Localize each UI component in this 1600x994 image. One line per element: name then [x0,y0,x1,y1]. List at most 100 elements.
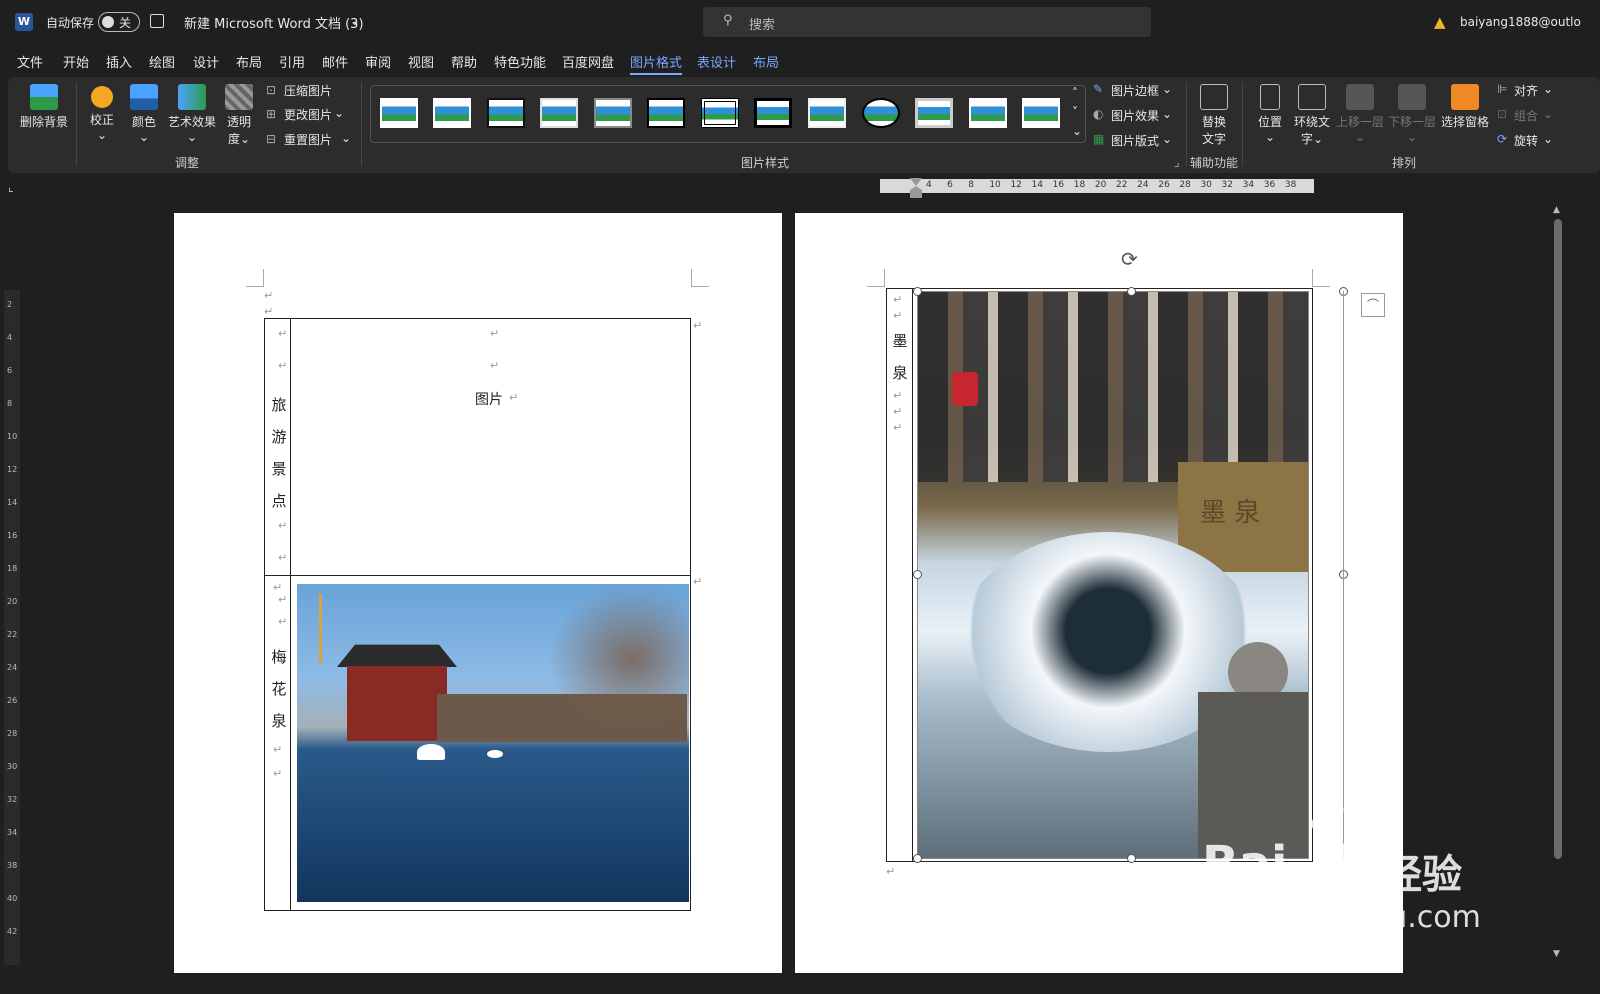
mo-spring-photo[interactable]: 墨 泉 [917,291,1309,859]
tab-mailings[interactable]: 邮件 [322,52,348,71]
layout-table[interactable]: ↵ ↵ 旅 游 景 点 ↵ ↵ ↵ ↵ 图片 ↵ ↵ ↵ ↵ 梅 花 泉 ↵ ↵ [264,318,691,911]
tab-table-design[interactable]: 表设计 [697,52,736,71]
group-button[interactable]: 组合 [1514,107,1538,124]
remove-background-icon [30,84,58,110]
picture-style-thumb[interactable] [380,98,418,128]
autosave-toggle[interactable]: 关 [98,12,140,32]
rotate-button[interactable]: 旋转 [1514,132,1538,149]
picture-style-thumb[interactable] [540,98,578,128]
reset-picture-dropdown-icon[interactable]: ⌄ [341,131,351,145]
dialog-launcher-icon[interactable]: ⌟ [1174,155,1180,169]
vertical-ruler-numbers: 2 4 6 8 10 12 14 16 18 20 22 24 26 28 30 32 34 38 40 42 [4,300,20,960]
document-title[interactable]: 新建 Microsoft Word 文档 (3) [184,13,364,32]
vertical-ruler[interactable]: 2 4 6 8 10 12 14 16 18 20 22 24 26 28 30 32 34 38 40 42 [4,205,20,965]
color-label: 颜色 [131,115,156,129]
tab-help[interactable]: 帮助 [451,52,477,71]
align-button[interactable]: 对齐 [1514,82,1538,99]
artistic-effects-button[interactable]: 艺术效果 ⌄ [166,84,218,144]
change-picture-button[interactable]: 更改图片 [284,106,332,123]
picture-style-thumb[interactable] [969,98,1007,128]
tab-references[interactable]: 引用 [279,52,305,71]
vertical-ruler-tick-label: 34 [7,828,18,837]
page-1[interactable]: ↵ ↵ ↵ ↵ 旅 游 景 点 ↵ ↵ ↵ ↵ 图片 ↵ ↵ ↵ ↵ 梅 花 泉… [174,213,782,973]
wrap-text-icon [1298,84,1326,110]
rotate-handle-icon[interactable]: ⟳ [1121,247,1138,271]
scroll-thumb[interactable] [1554,219,1562,859]
tab-insert[interactable]: 插入 [106,52,132,71]
picture-style-thumb[interactable] [808,98,846,128]
remove-background-label: 删除背景 [19,115,68,129]
picture-border-dropdown-icon[interactable]: ⌄ [1162,82,1172,96]
tab-review[interactable]: 审阅 [365,52,391,71]
alt-text-button[interactable]: 替换 文字 [1196,84,1232,147]
artistic-effects-icon [178,84,206,110]
meihua-spring-photo[interactable] [297,584,689,902]
picture-effects-button[interactable]: 图片效果 [1111,107,1159,124]
picture-style-thumb[interactable] [487,98,525,128]
ruler-tick-label: 34 [1242,180,1255,190]
resize-handle[interactable] [1127,854,1136,863]
vertical-ruler-tick-label: 4 [7,333,13,342]
title-dropdown-icon[interactable]: ⌄ [350,14,360,28]
change-picture-dropdown-icon[interactable]: ⌄ [334,106,344,120]
picture-style-thumb[interactable] [754,98,792,128]
position-button[interactable]: 位置 ⌄ [1254,84,1286,144]
picture-style-thumb[interactable] [1022,98,1060,128]
vertical-scrollbar[interactable]: ▲ ▼ [1553,205,1563,965]
transparency-button[interactable]: 透明 度⌄ [222,84,256,147]
gallery-scroll-up-icon[interactable]: ˄ [1072,86,1078,100]
resize-handle[interactable] [1127,287,1136,296]
send-backward-button[interactable]: 下移一层 ⌄ [1388,84,1436,144]
gallery-more-icon[interactable]: ⌄ [1072,124,1082,138]
picture-style-thumb[interactable] [915,98,953,128]
group-dropdown-icon[interactable]: ⌄ [1543,107,1553,121]
align-dropdown-icon[interactable]: ⌄ [1543,82,1553,96]
tab-table-layout[interactable]: 布局 [753,52,779,71]
remove-background-button[interactable]: 删除背景 [18,84,70,130]
wrap-text-label-2: 字 [1300,132,1313,146]
tab-file[interactable]: 文件 [17,52,43,71]
tab-picture-format[interactable]: 图片格式 [630,52,683,75]
bring-forward-button[interactable]: 上移一层 ⌄ [1336,84,1384,144]
picture-border-button[interactable]: 图片边框 [1111,82,1159,99]
scroll-down-icon[interactable]: ▼ [1553,949,1560,959]
tab-selector-icon[interactable]: ⌞ [8,180,14,194]
picture-style-thumb[interactable] [433,98,471,128]
wrap-text-button[interactable]: 环绕文 字⌄ [1292,84,1332,147]
tab-layout[interactable]: 布局 [236,52,262,71]
save-icon[interactable] [150,14,164,28]
scroll-up-icon[interactable]: ▲ [1553,205,1560,215]
picture-layout-dropdown-icon[interactable]: ⌄ [1162,132,1172,146]
layout-options-icon[interactable]: ⌒ [1361,293,1385,317]
picture-effects-dropdown-icon[interactable]: ⌄ [1162,107,1172,121]
color-button[interactable]: 颜色 ⌄ [128,84,160,144]
picture-style-thumb[interactable] [647,98,685,128]
horizontal-ruler-bar [0,176,1600,202]
gallery-scroll-down-icon[interactable]: ˅ [1072,105,1078,119]
selection-pane-button[interactable]: 选择窗格 [1440,84,1490,130]
picture-layout-button[interactable]: 图片版式 [1111,132,1159,149]
picture-style-thumb[interactable] [701,98,739,128]
resize-handle[interactable] [913,570,922,579]
rotate-dropdown-icon[interactable]: ⌄ [1543,132,1553,146]
paragraph-mark: ↵ [893,389,903,402]
resize-handle[interactable] [913,854,922,863]
tab-home[interactable]: 开始 [63,52,89,71]
compress-pictures-button[interactable]: 压缩图片 [284,82,332,99]
paragraph-mark: ↵ [278,519,288,532]
tab-view[interactable]: 视图 [408,52,434,71]
warning-icon[interactable]: ▲ [1434,13,1446,31]
account-name[interactable]: baiyang1888@outlo [1460,15,1581,29]
tab-design[interactable]: 设计 [193,52,219,71]
baidu-jingyan-watermark: Bai du 经验 jingyan.baidu.com [1198,800,1498,950]
corrections-button[interactable]: 校正 ⌄ [86,84,118,142]
picture-style-thumb[interactable] [594,98,632,128]
tab-special[interactable]: 特色功能 [494,52,546,71]
picture-style-thumb[interactable] [862,98,900,128]
label-char: 梅 [271,648,287,666]
tab-draw[interactable]: 绘图 [149,52,175,71]
tab-baidu-netdisk[interactable]: 百度网盘 [562,52,614,71]
resize-handle[interactable] [913,287,922,296]
reset-picture-button[interactable]: 重置图片 [284,131,332,148]
search-box[interactable]: ⚲ 搜索 [703,7,1151,37]
